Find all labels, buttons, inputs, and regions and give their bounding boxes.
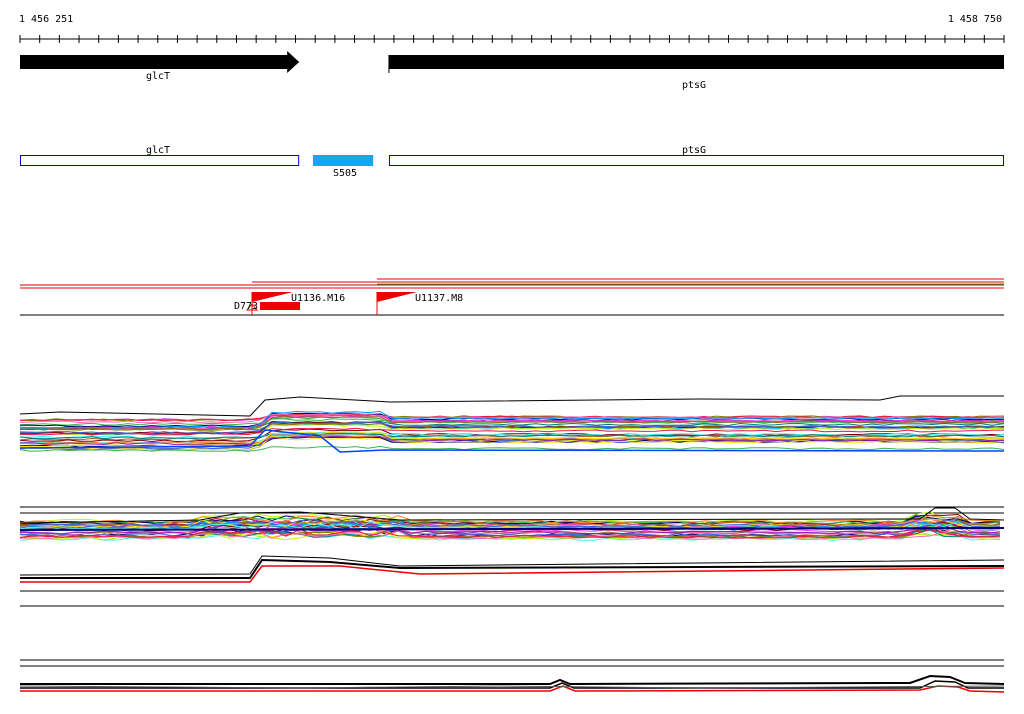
- gene-glct-box[interactable]: [20, 154, 300, 168]
- segment-u1136[interactable]: [252, 290, 300, 312]
- ruler-start-label: 1 456 251: [19, 14, 74, 25]
- gene-ptsg-arrow[interactable]: [388, 52, 1004, 70]
- element-label-s505: S505: [332, 168, 358, 179]
- segment-label-u1137: U1137.M8: [415, 293, 464, 304]
- profile-line: [19, 395, 1004, 417]
- element-s505[interactable]: [316, 154, 378, 168]
- position-ruler: [19, 35, 1005, 43]
- gene-glct-arrow[interactable]: [20, 52, 300, 74]
- genome-browser-view: [19, 35, 1005, 693]
- gene-ptsg-box[interactable]: [388, 154, 1004, 168]
- segment-u1137[interactable]: [377, 290, 417, 308]
- profile-line: [20, 674, 1005, 686]
- expression-profiles: [19, 395, 1005, 693]
- transcription-segments-track: [20, 278, 1004, 316]
- ruler-end-label: 1 458 750: [947, 14, 1002, 25]
- gene-arrow-label-ptsg: ptsG: [681, 80, 707, 91]
